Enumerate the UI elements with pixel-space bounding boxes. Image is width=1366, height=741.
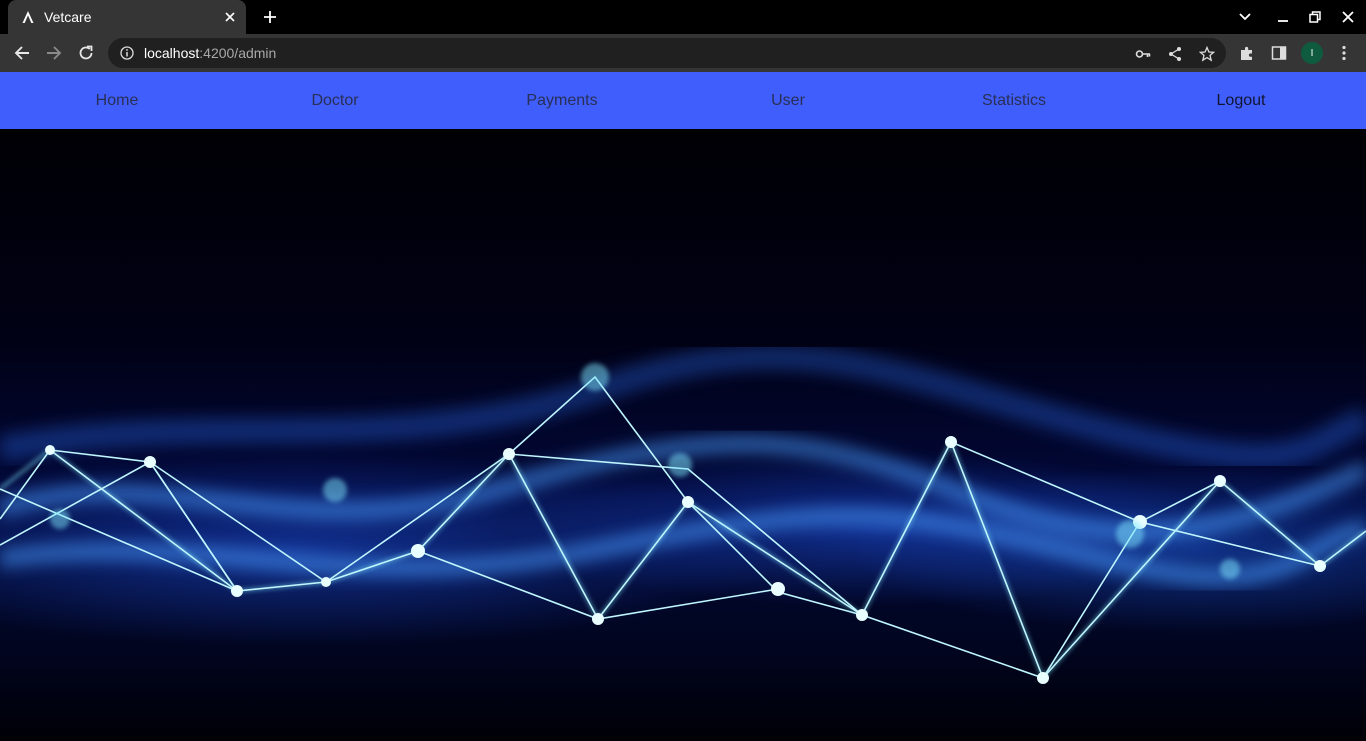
- minimize-icon[interactable]: [1271, 6, 1295, 28]
- tab-title: Vetcare: [44, 9, 92, 25]
- profile-avatar[interactable]: I: [1301, 42, 1323, 64]
- browser-titlebar: Vetcare: [0, 0, 1366, 34]
- nav-home[interactable]: Home: [96, 92, 139, 110]
- close-window-icon[interactable]: [1336, 6, 1360, 28]
- new-tab-icon[interactable]: [258, 6, 282, 28]
- restore-icon[interactable]: [1303, 6, 1327, 28]
- extensions-puzzle-icon[interactable]: [1236, 42, 1258, 64]
- side-panel-icon[interactable]: [1268, 42, 1290, 64]
- nav-statistics[interactable]: Statistics: [982, 92, 1046, 110]
- browser-tab[interactable]: Vetcare: [8, 0, 246, 34]
- reload-icon[interactable]: [73, 40, 99, 66]
- nav-payments[interactable]: Payments: [526, 92, 597, 110]
- tab-close-icon[interactable]: [220, 7, 240, 27]
- tab-search-chevron-icon[interactable]: [1233, 6, 1257, 28]
- share-icon[interactable]: [1166, 45, 1184, 63]
- nav-doctor[interactable]: Doctor: [311, 92, 358, 110]
- angular-favicon-icon: [20, 9, 36, 25]
- key-icon[interactable]: [1134, 45, 1152, 63]
- network-lines-image: [0, 344, 1366, 684]
- chrome-menu-icon[interactable]: [1333, 42, 1355, 64]
- browser-toolbar: localhost:4200/admin: [0, 34, 1366, 72]
- site-info-icon[interactable]: [118, 44, 136, 62]
- url-path: :4200/admin: [199, 45, 277, 61]
- back-arrow-icon[interactable]: [9, 40, 35, 66]
- nav-user[interactable]: User: [771, 92, 805, 110]
- url-host: localhost: [144, 45, 200, 61]
- bookmark-star-icon[interactable]: [1198, 45, 1216, 63]
- url-text: localhost:4200/admin: [144, 45, 276, 61]
- hero-network-background: [0, 129, 1366, 741]
- forward-arrow-icon[interactable]: [41, 40, 67, 66]
- admin-navbar: Home Doctor Payments User Statistics Log…: [0, 72, 1366, 129]
- address-bar[interactable]: localhost:4200/admin: [108, 38, 1226, 68]
- nav-logout[interactable]: Logout: [1217, 92, 1266, 110]
